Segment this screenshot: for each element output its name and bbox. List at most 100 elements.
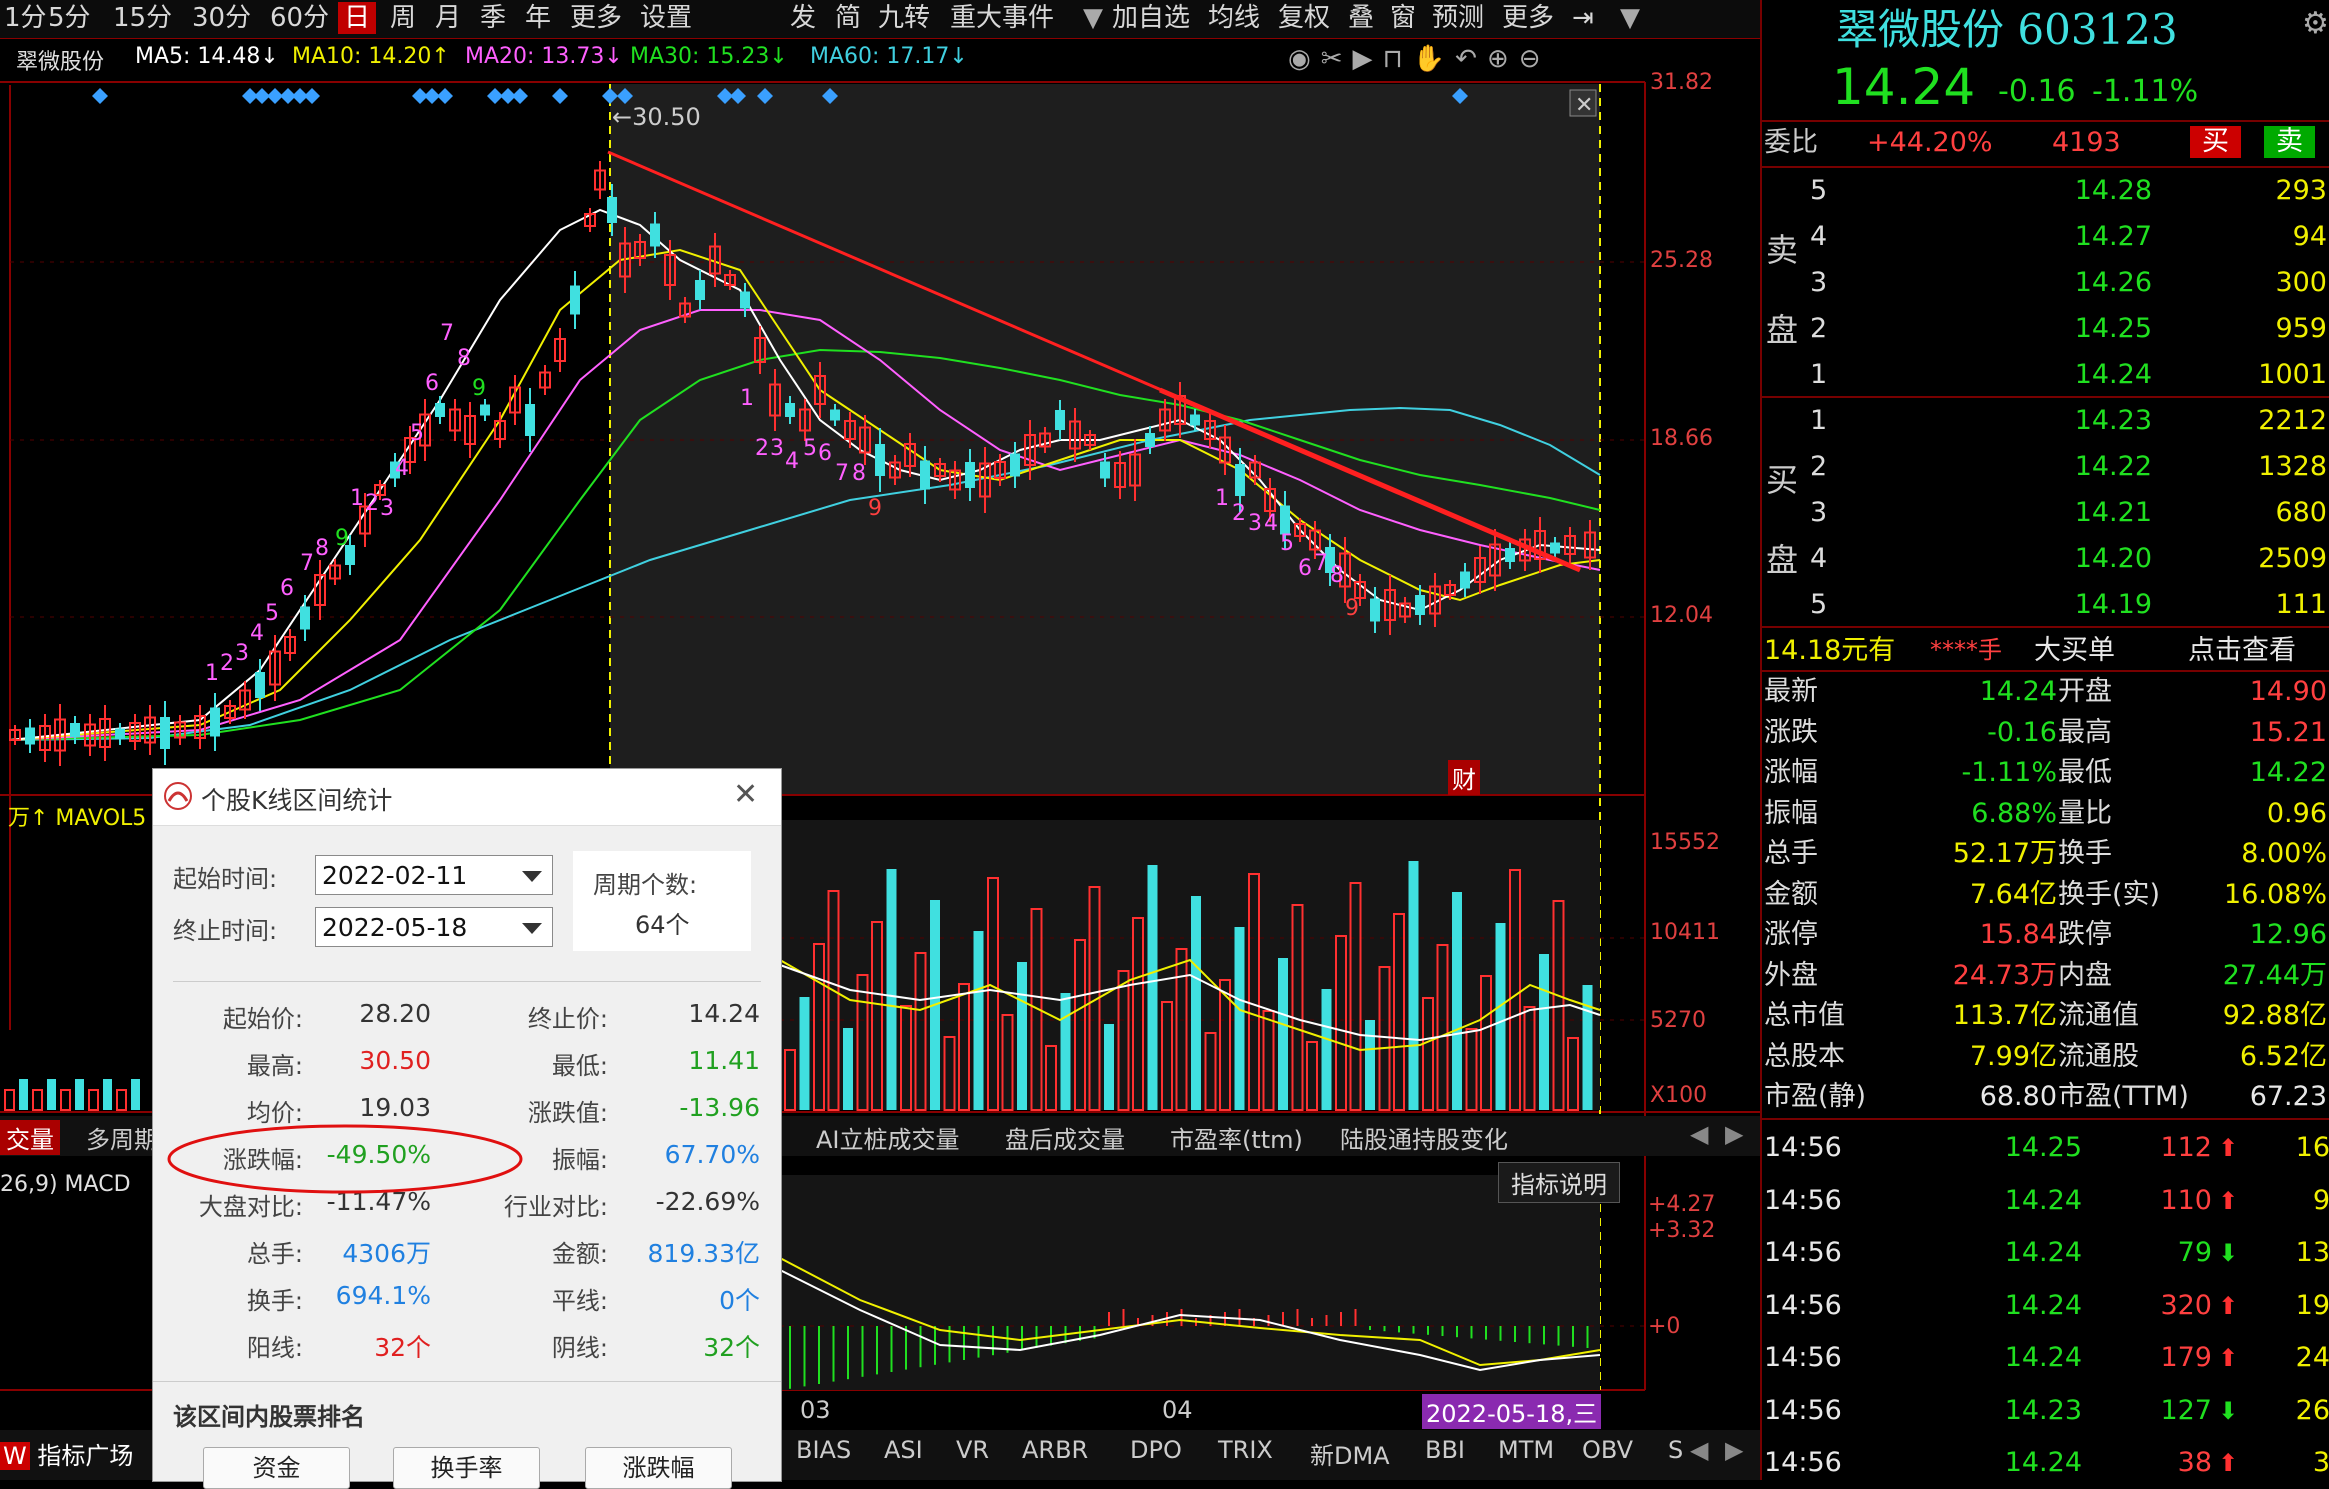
scroll-left-icon[interactable]: ◀ [1690, 1120, 1708, 1148]
candle-body [650, 223, 660, 247]
tab-s[interactable]: S [1668, 1436, 1683, 1464]
bid-row[interactable]: 4 14.20 2509 [1762, 536, 2329, 581]
arrow-up-icon: ⬆ [2218, 1344, 2239, 1372]
vol-axis-3: 5270 [1650, 1008, 1706, 1033]
rank-turnover-button[interactable]: 换手率 [393, 1447, 540, 1489]
candle-body [1235, 464, 1245, 496]
ask-row[interactable]: 4 14.27 94 [1762, 214, 2329, 259]
tab-vr[interactable]: VR [956, 1436, 989, 1464]
nine-turn-label: 9 [472, 376, 486, 401]
rank-fund-button[interactable]: 资金 [203, 1447, 350, 1489]
square-logo-icon: W [0, 1442, 30, 1470]
tick-row: 14:56 14.24 38 ⬆ 3 [1762, 1437, 2329, 1489]
tab-after-hours-volume[interactable]: 盘后成交量 [1005, 1120, 1125, 1155]
divider [153, 1381, 781, 1382]
nine-turn-label: 5 [265, 601, 279, 626]
tab-trix[interactable]: TRIX [1218, 1436, 1273, 1464]
start-time-select[interactable]: 2022-02-11 [315, 855, 553, 895]
end-time-select[interactable]: 2022-05-18 [315, 907, 553, 947]
weibi-row: 委比 +44.20% 4193 买 卖 [1762, 120, 2329, 165]
ask-row[interactable]: 1 14.24 1001 [1762, 352, 2329, 397]
stat-value: -22.69% [655, 1187, 760, 1216]
caizhang-badge[interactable]: 财 [1448, 760, 1480, 795]
tab-new-dma[interactable]: 新DMA [1310, 1436, 1390, 1471]
tick-row: 14:56 14.24 179 ⬆ 24 [1762, 1332, 2329, 1384]
tab-bias[interactable]: BIAS [796, 1436, 851, 1464]
nine-turn-label: 6 [425, 371, 439, 396]
candle-body [1415, 595, 1425, 615]
bid-row[interactable]: 2 14.22 1328 [1762, 444, 2329, 489]
signal-diamond [512, 88, 528, 104]
bottom-scroll-left-icon[interactable]: ◀ [1690, 1436, 1708, 1464]
nine-turn-label: 4 [1264, 511, 1278, 536]
tab-ai-volume[interactable]: AI立桩成交量 [816, 1120, 960, 1155]
quote-stat-row: 最新 14.24 开盘 14.90 [1764, 676, 2327, 707]
tab-hk-connect[interactable]: 陆股通持股变化 [1340, 1120, 1508, 1155]
vol-axis-unit: X100 [1650, 1083, 1708, 1108]
arrow-down-icon: ⬇ [2218, 1396, 2239, 1425]
candle-body [1505, 548, 1515, 562]
tab-arbr[interactable]: ARBR [1022, 1436, 1088, 1464]
big-buy-row[interactable]: 14.18元有 ****手 大买单 点击查看 [1762, 628, 2329, 673]
quote-stat-row: 涨幅 -1.11% 最低 14.22 [1764, 757, 2327, 788]
tab-bbi[interactable]: BBI [1425, 1436, 1465, 1464]
divider [173, 981, 761, 982]
bid-row[interactable]: 5 14.19 111 [1762, 582, 2329, 627]
candle-body [435, 403, 445, 417]
x-label-03: 03 [800, 1396, 831, 1424]
macd-axis-1: +4.27 [1648, 1192, 1716, 1217]
tab-multi-period[interactable]: 多周期 [86, 1120, 158, 1155]
volume-bar [88, 1089, 99, 1111]
indicator-help-button[interactable]: 指标说明 [1498, 1162, 1620, 1203]
nine-turn-label: 3 [380, 496, 394, 521]
quote-stat-row: 振幅 6.88% 量比 0.96 [1764, 797, 2327, 829]
bid-row[interactable]: 1 14.23 2212 [1762, 398, 2329, 443]
stat-label: 金额: [551, 1240, 608, 1268]
vol-axis-1: 15552 [1650, 830, 1720, 855]
buy-button[interactable]: 买 [2190, 126, 2241, 158]
sell-button[interactable]: 卖 [2264, 126, 2315, 158]
tab-dpo[interactable]: DPO [1130, 1436, 1182, 1464]
stat-value: 67.70% [664, 1140, 760, 1169]
candle-body [1100, 461, 1110, 479]
quote-stat-row: 总市值 113.7亿 流通值 92.88亿 [1764, 1000, 2327, 1031]
nine-turn-label: 6 [818, 441, 832, 466]
tab-volume[interactable]: 交量 [0, 1120, 60, 1155]
candle-body [830, 409, 840, 421]
tab-mtm[interactable]: MTM [1498, 1436, 1554, 1464]
nine-turn-label: 5 [803, 436, 817, 461]
period-count-label: 周期个数: [593, 871, 698, 899]
nine-turn-label: 7 [300, 551, 314, 576]
bid-row[interactable]: 3 14.21 680 [1762, 490, 2329, 535]
nine-turn-label: 8 [852, 461, 866, 486]
ask-row[interactable]: 3 14.26 300 [1762, 260, 2329, 305]
nine-turn-label: 7 [1314, 551, 1328, 576]
start-time-label: 起始时间: [173, 865, 278, 893]
ask-row[interactable]: 5 14.28 293 [1762, 168, 2329, 213]
stat-value: 11.41 [688, 1046, 760, 1075]
stat-value: 19.03 [359, 1093, 431, 1122]
stat-value: 819.33亿 [647, 1239, 760, 1268]
nine-turn-label: 3 [1248, 511, 1262, 536]
tab-indicator-square[interactable]: W 指标广场 [0, 1436, 133, 1471]
app-logo-icon [163, 781, 193, 811]
ranking-title: 该区间内股票排名 [173, 1403, 365, 1431]
ask-row[interactable]: 2 14.25 959 [1762, 306, 2329, 351]
candle-body [1145, 433, 1155, 447]
nine-turn-label: 2 [365, 491, 379, 516]
view-link[interactable]: 点击查看 [2188, 628, 2296, 673]
close-icon[interactable]: ✕ [733, 777, 758, 812]
volume-bar [32, 1089, 43, 1111]
tab-obv[interactable]: OBV [1582, 1436, 1633, 1464]
bottom-scroll-right-icon[interactable]: ▶ [1725, 1436, 1743, 1464]
rank-change-button[interactable]: 涨跌幅 [585, 1447, 732, 1489]
candle-body [875, 444, 885, 476]
tab-pe-ttm[interactable]: 市盈率(ttm) [1170, 1120, 1303, 1155]
volume-bar [1408, 861, 1419, 1110]
stat-value: 14.24 [688, 999, 760, 1028]
gear-icon[interactable]: ⚙ [2302, 6, 2329, 41]
volume-bar [973, 931, 984, 1110]
tab-asi[interactable]: ASI [884, 1436, 923, 1464]
scroll-right-icon[interactable]: ▶ [1725, 1120, 1743, 1148]
price-axis-4: 12.04 [1650, 603, 1713, 628]
